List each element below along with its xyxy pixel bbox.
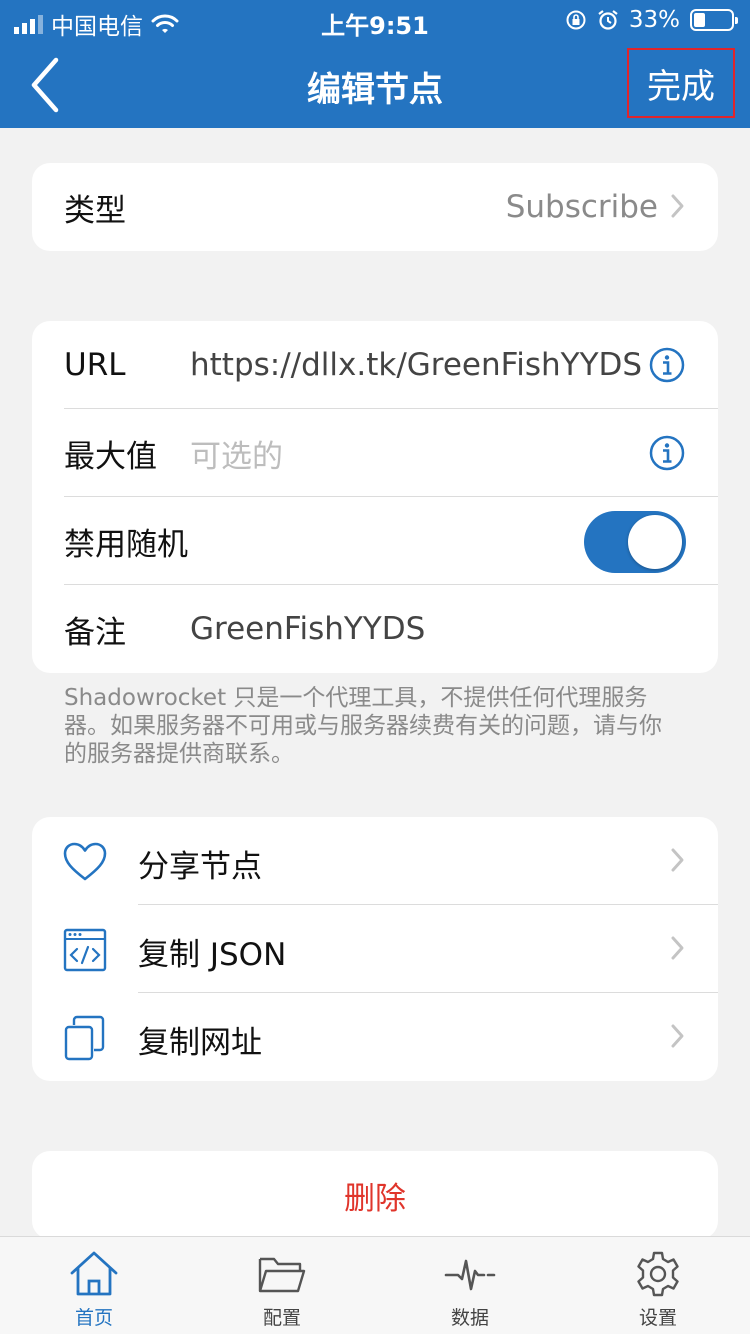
note-field[interactable]: GreenFishYYDS: [190, 611, 425, 647]
tab-home[interactable]: 首页: [34, 1249, 154, 1330]
type-row[interactable]: 类型 Subscribe: [32, 163, 718, 251]
chevron-right-icon: [671, 1024, 684, 1048]
chevron-right-icon: [671, 936, 684, 960]
code-window-icon: [63, 928, 107, 972]
gear-icon: [637, 1251, 679, 1297]
home-icon: [70, 1251, 118, 1296]
copy-json-label: 复制 JSON: [138, 937, 287, 973]
node-form-card: URL https://dllx.tk/GreenFishYYDS 最大值 可选…: [32, 321, 718, 673]
navigation-header: 中国电信 上午9:51 33% 编辑节点 完成: [0, 0, 750, 128]
actions-card: 分享节点 复制 JSON 复制网址: [32, 817, 718, 1081]
type-card: 类型 Subscribe: [32, 163, 718, 251]
chevron-right-icon: [671, 848, 684, 872]
info-icon[interactable]: [648, 346, 686, 384]
alarm-icon: [598, 10, 618, 30]
disclaimer-text: Shadowrocket 只是一个代理工具，不提供任何代理服务器。如果服务器不可…: [64, 685, 662, 767]
max-label: 最大值: [64, 438, 157, 475]
delete-button[interactable]: 删除: [32, 1151, 718, 1239]
url-row: URL https://dllx.tk/GreenFishYYDS: [32, 321, 718, 409]
copy-json-row[interactable]: 复制 JSON: [32, 905, 718, 993]
activity-icon: [444, 1259, 496, 1291]
battery-percent: 33%: [628, 7, 680, 33]
orientation-lock-icon: [566, 10, 586, 30]
max-row: 最大值 可选的: [32, 409, 718, 497]
tab-settings-label: 设置: [638, 1307, 677, 1329]
heart-icon: [63, 842, 107, 881]
disable-random-label: 禁用随机: [64, 526, 188, 563]
copy-url-label: 复制网址: [138, 1025, 262, 1061]
done-button[interactable]: 完成: [627, 48, 735, 118]
max-input[interactable]: 可选的: [190, 431, 283, 476]
type-value: Subscribe: [505, 189, 658, 225]
copy-url-row[interactable]: 复制网址: [32, 993, 718, 1081]
share-node-row[interactable]: 分享节点: [32, 817, 718, 905]
tab-config[interactable]: 配置: [222, 1249, 342, 1330]
folder-icon: [258, 1257, 306, 1293]
note-label: 备注: [64, 614, 126, 651]
url-label: URL: [64, 347, 126, 383]
tab-config-label: 配置: [262, 1307, 301, 1329]
status-bar: 中国电信 上午9:51 33%: [0, 0, 750, 42]
url-field[interactable]: https://dllx.tk/GreenFishYYDS: [190, 347, 642, 383]
share-node-label: 分享节点: [138, 849, 262, 885]
delete-card: 删除: [32, 1151, 718, 1239]
disable-random-toggle[interactable]: [584, 511, 686, 573]
chevron-right-icon: [671, 194, 684, 218]
tab-data[interactable]: 数据: [410, 1249, 530, 1330]
tab-home-label: 首页: [74, 1307, 113, 1329]
info-icon[interactable]: [648, 434, 686, 472]
tab-settings[interactable]: 设置: [598, 1249, 718, 1330]
type-label: 类型: [64, 192, 126, 229]
tab-bar: 首页 配置 数据 设置: [0, 1236, 750, 1334]
tab-data-label: 数据: [450, 1307, 489, 1329]
disable-random-row: 禁用随机: [32, 497, 718, 585]
battery-icon: [690, 9, 738, 31]
copy-icon: [64, 1015, 105, 1061]
note-row: 备注 GreenFishYYDS: [32, 585, 718, 673]
